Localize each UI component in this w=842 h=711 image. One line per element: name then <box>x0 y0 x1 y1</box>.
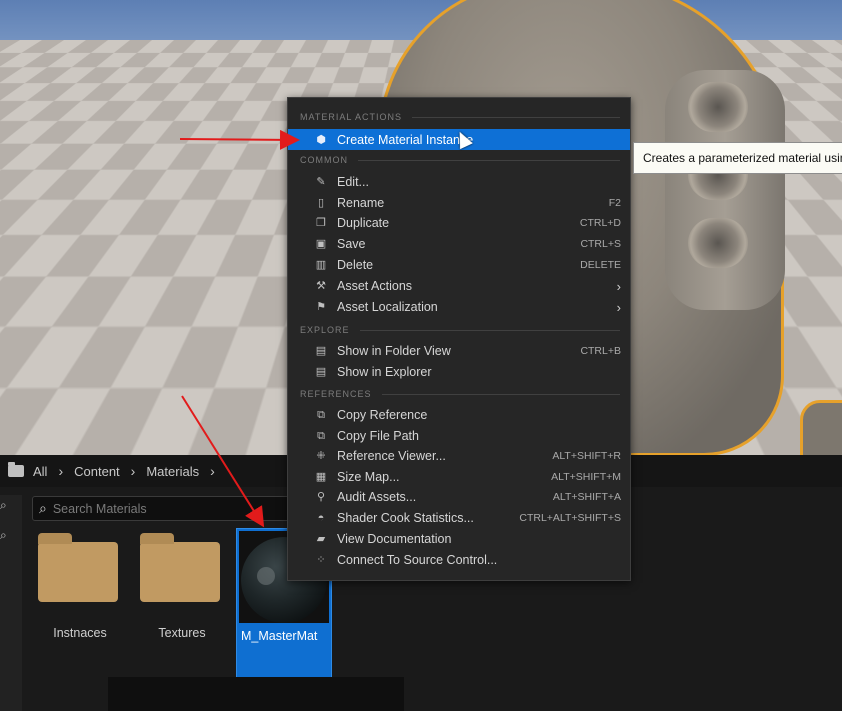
menu-item-view-documentation[interactable]: ▰ View Documentation <box>288 529 630 549</box>
menu-item-copy-reference[interactable]: ⧉ Copy Reference <box>288 405 630 425</box>
section-header-explore: EXPLORE <box>300 325 620 335</box>
source-control-icon: ⁘ <box>316 554 326 566</box>
menu-item-shader-cook-statistics[interactable]: ◓ Shader Cook Statistics... CTRL+ALT+SHI… <box>288 508 630 528</box>
asset-label: M_MasterMat <box>241 629 318 643</box>
asset-tile-folder[interactable]: Instnaces <box>38 525 132 670</box>
chevron-right-icon: › <box>58 463 64 479</box>
menu-item-size-map[interactable]: ▦ Size Map... ALT+SHIFT+M <box>288 467 630 487</box>
breadcrumb-all[interactable]: All <box>33 464 47 479</box>
menu-item-duplicate[interactable]: ❐ Duplicate CTRL+D <box>288 213 630 233</box>
tooltip: Creates a parameterized material using t… <box>633 142 842 174</box>
explorer-icon: ▤ <box>315 366 327 378</box>
copy-path-icon: ⧉ <box>317 430 325 442</box>
context-menu: MATERIAL ACTIONS ⬢ Create Material Insta… <box>287 97 631 581</box>
pencil-icon: ✎ <box>316 176 326 188</box>
asset-label: Instnaces <box>53 626 107 640</box>
search-icon[interactable]: ⌕ <box>0 528 14 542</box>
menu-item-rename[interactable]: ▯ Rename F2 <box>288 193 630 213</box>
folder-view-icon: ▤ <box>315 345 327 357</box>
chevron-right-icon: › <box>616 278 621 294</box>
search-input[interactable]: ⌕ Search Materials <box>32 496 292 521</box>
menu-item-save[interactable]: ▣ Save CTRL+S <box>288 234 630 254</box>
robot-lens <box>688 218 748 268</box>
menu-item-connect-to-source-control[interactable]: ⁘ Connect To Source Control... <box>288 550 630 570</box>
section-header-material-actions: MATERIAL ACTIONS <box>300 112 620 122</box>
trash-icon: ▥ <box>315 259 327 271</box>
search-placeholder: Search Materials <box>52 501 147 516</box>
chevron-right-icon[interactable]: › <box>210 463 215 479</box>
shader-icon: ◓ <box>317 512 325 524</box>
breadcrumb-materials[interactable]: Materials <box>146 464 199 479</box>
folder-icon <box>140 533 220 602</box>
section-header-references: REFERENCES <box>300 389 620 399</box>
robot-lens <box>688 82 748 132</box>
panel-footer <box>108 677 404 711</box>
breadcrumb-content[interactable]: Content <box>74 464 120 479</box>
robot-leg <box>800 400 842 455</box>
menu-item-reference-viewer[interactable]: ⁜ Reference Viewer... ALT+SHIFT+R <box>288 446 630 466</box>
menu-item-audit-assets[interactable]: ⚲ Audit Assets... ALT+SHIFT+A <box>288 487 630 507</box>
documentation-icon: ▰ <box>316 533 326 545</box>
search-icon[interactable]: ⌕ <box>0 498 14 512</box>
menu-item-asset-actions[interactable]: ⚒ Asset Actions › <box>288 276 630 296</box>
material-instance-icon: ⬢ <box>316 133 326 146</box>
audit-icon: ⚲ <box>316 491 326 503</box>
menu-item-show-in-folder-view[interactable]: ▤ Show in Folder View CTRL+B <box>288 341 630 361</box>
menu-item-edit[interactable]: ✎ Edit... <box>288 172 630 192</box>
folder-icon <box>38 533 118 602</box>
copy-icon: ⧉ <box>317 409 325 421</box>
duplicate-icon: ❐ <box>316 217 326 229</box>
wrench-icon: ⚒ <box>316 280 326 292</box>
rename-icon: ▯ <box>317 197 325 209</box>
size-map-icon: ▦ <box>315 471 327 483</box>
flag-icon: ⚑ <box>316 301 326 313</box>
chevron-right-icon: › <box>616 299 621 315</box>
section-header-common: COMMON <box>300 155 620 165</box>
menu-item-copy-file-path[interactable]: ⧉ Copy File Path <box>288 426 630 446</box>
save-icon: ▣ <box>315 238 327 250</box>
asset-label: Textures <box>158 626 206 640</box>
folder-icon[interactable] <box>8 462 24 477</box>
asset-tile-folder[interactable]: Textures <box>140 525 234 670</box>
menu-item-show-in-explorer[interactable]: ▤ Show in Explorer <box>288 362 630 382</box>
menu-item-delete[interactable]: ▥ Delete DELETE <box>288 255 630 275</box>
menu-item-asset-localization[interactable]: ⚑ Asset Localization › <box>288 297 630 317</box>
tooltip-text: Creates a parameterized material using t… <box>643 151 842 165</box>
reference-viewer-icon: ⁜ <box>316 450 326 462</box>
chevron-right-icon: › <box>130 463 136 479</box>
sources-panel-strip: ⌕ ⌕ <box>0 495 22 711</box>
search-icon: ⌕ <box>39 500 47 516</box>
